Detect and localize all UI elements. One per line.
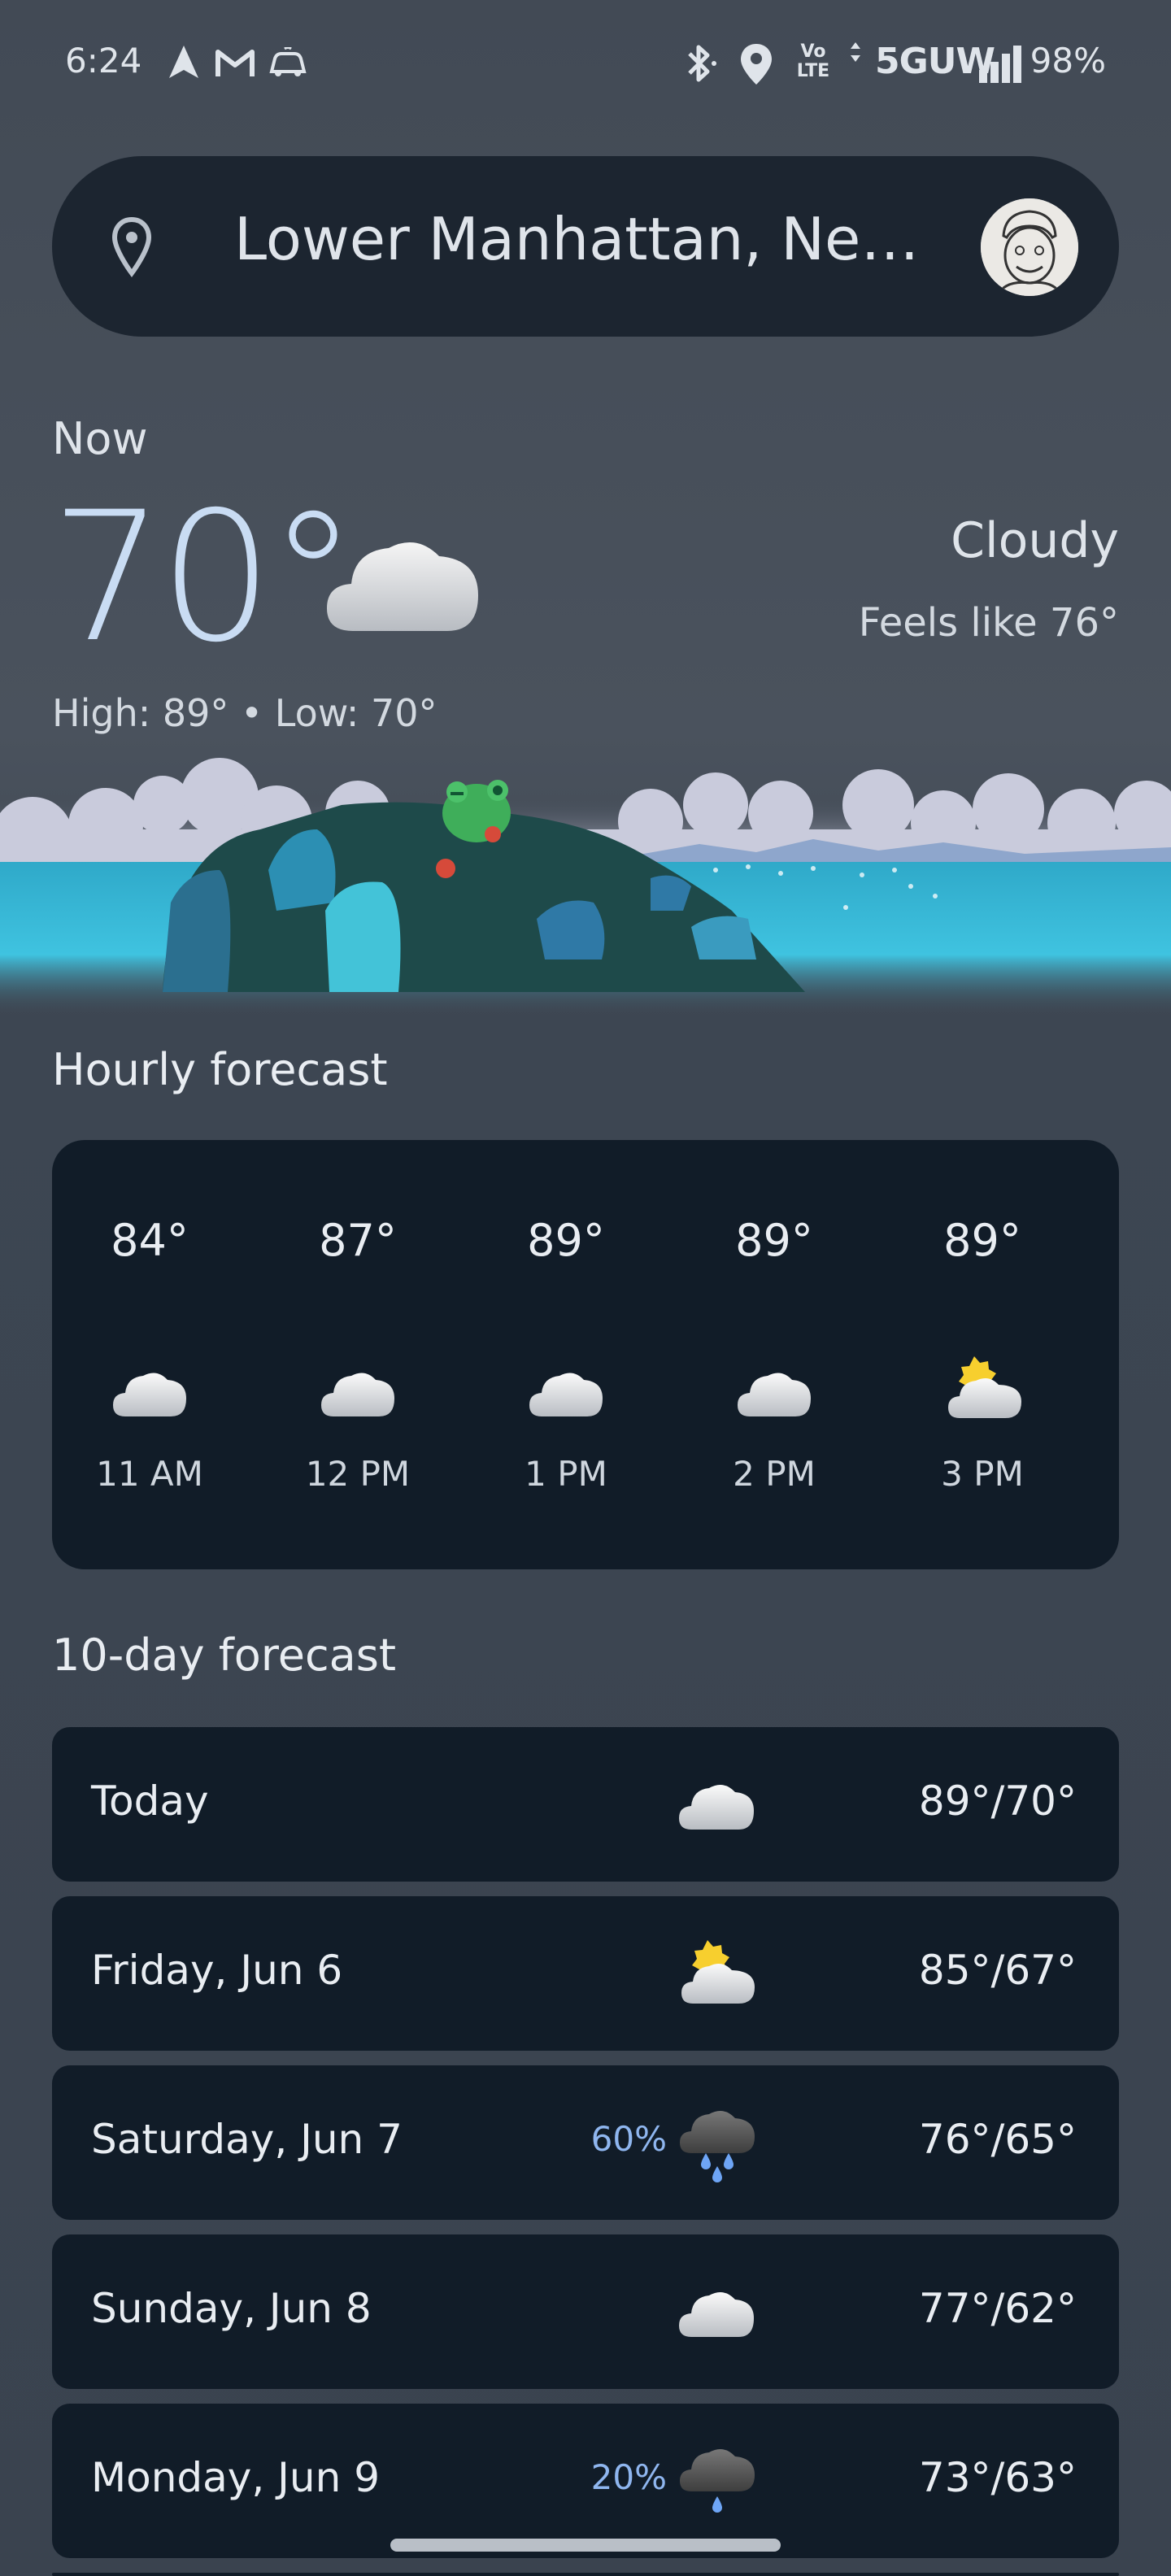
hourly-time: 11 AM — [96, 1454, 203, 1494]
battery-level: 98% — [1030, 41, 1106, 80]
hourly-temp: 89° — [527, 1215, 605, 1266]
hourly-forecast-title: Hourly forecast — [52, 1044, 388, 1095]
cloud-icon — [321, 1373, 394, 1416]
daily-day: Sunday, Jun 8 — [91, 2285, 372, 2332]
hourly-item[interactable]: 87° 12 PM — [254, 1140, 462, 1569]
daily-day: Today — [91, 1778, 209, 1825]
hourly-temp: 89° — [943, 1215, 1021, 1266]
signal-icon — [979, 46, 1021, 83]
hourly-time: 3 PM — [941, 1454, 1024, 1494]
cloud-icon — [529, 1373, 603, 1416]
cloud-icon — [113, 1373, 186, 1416]
car-icon — [269, 47, 307, 76]
current-temperature: 70° — [50, 473, 358, 681]
high-low-text: High: 89° • Low: 70° — [52, 691, 437, 735]
hourly-time: 1 PM — [525, 1454, 607, 1494]
location-icon — [741, 44, 772, 85]
hourly-temp: 8 — [1086, 1215, 1119, 1266]
hourly-temp: 89° — [735, 1215, 813, 1266]
daily-temps: 89°/70° — [918, 1778, 1077, 1825]
feels-like-text: Feels like 76° — [858, 600, 1119, 646]
avatar[interactable] — [981, 198, 1078, 296]
cloud-icon — [679, 1785, 754, 1830]
hourly-temp: 87° — [319, 1215, 397, 1266]
daily-row-partial[interactable] — [52, 2573, 1119, 2576]
hourly-item[interactable]: 89° 3 PM — [878, 1140, 1086, 1569]
hourly-item[interactable]: 84° 11 AM — [52, 1140, 254, 1569]
daily-precip: 20% — [590, 2457, 667, 2497]
daily-temps: 76°/65° — [918, 2116, 1077, 2163]
location-pin-icon — [111, 216, 152, 278]
hourly-forecast-card[interactable]: 84° 11 AM 87° 12 PM 89° 1 PM 89° 2 PM 89… — [52, 1140, 1119, 1569]
data-arrows-icon — [851, 42, 860, 62]
condition-text: Cloudy — [951, 512, 1119, 569]
daily-day: Monday, Jun 9 — [91, 2454, 381, 2501]
gmail-icon — [215, 50, 255, 76]
rain-light-icon — [680, 2449, 755, 2513]
cloud-icon — [679, 2292, 754, 2337]
hourly-item[interactable]: 89° 1 PM — [462, 1140, 670, 1569]
daily-row[interactable]: Saturday, Jun 7 60% 76°/65° — [52, 2065, 1119, 2220]
daily-row[interactable]: Today 89°/70° — [52, 1727, 1119, 1882]
navigation-arrow-icon — [169, 46, 198, 78]
avatar-portrait-icon — [981, 198, 1078, 296]
partly-sunny-icon — [948, 1356, 1021, 1418]
daily-row[interactable]: Friday, Jun 6 85°/67° — [52, 1896, 1119, 2051]
hourly-item[interactable]: 89° 2 PM — [670, 1140, 878, 1569]
daily-temps: 73°/63° — [918, 2454, 1077, 2501]
hourly-time: 12 PM — [305, 1454, 411, 1494]
daily-row[interactable]: Sunday, Jun 8 77°/62° — [52, 2234, 1119, 2389]
weather-illustration — [0, 758, 1171, 1016]
volte-icon: Vo LTE — [796, 41, 830, 81]
cloud-icon — [327, 542, 478, 631]
daily-precip: 60% — [590, 2119, 667, 2159]
daily-day: Friday, Jun 6 — [91, 1947, 343, 1994]
partly-sunny-icon — [681, 1940, 755, 2004]
rain-icon — [680, 2111, 755, 2182]
daily-temps: 77°/62° — [918, 2285, 1077, 2332]
network-type: 5GUW — [875, 41, 995, 82]
hourly-temp: 84° — [111, 1215, 189, 1266]
daily-temps: 85°/67° — [918, 1947, 1077, 1994]
daily-day: Saturday, Jun 7 — [91, 2116, 403, 2163]
status-bar: 6:24 Vo LTE 5GUW 98% — [0, 0, 1171, 130]
cloud-icon — [738, 1373, 811, 1416]
daily-row[interactable]: Monday, Jun 9 20% 73°/63° — [52, 2404, 1119, 2558]
bluetooth-icon — [688, 45, 716, 82]
hourly-item[interactable]: 8 4 — [1086, 1140, 1119, 1569]
hourly-time: 2 PM — [733, 1454, 816, 1494]
home-indicator[interactable] — [390, 2539, 781, 2552]
status-time: 6:24 — [65, 41, 142, 80]
daily-forecast-title: 10-day forecast — [52, 1630, 397, 1681]
hourly-time: 4 — [1086, 1454, 1119, 1494]
now-label: Now — [52, 413, 148, 464]
location-name[interactable]: Lower Manhattan, New... — [234, 205, 934, 273]
